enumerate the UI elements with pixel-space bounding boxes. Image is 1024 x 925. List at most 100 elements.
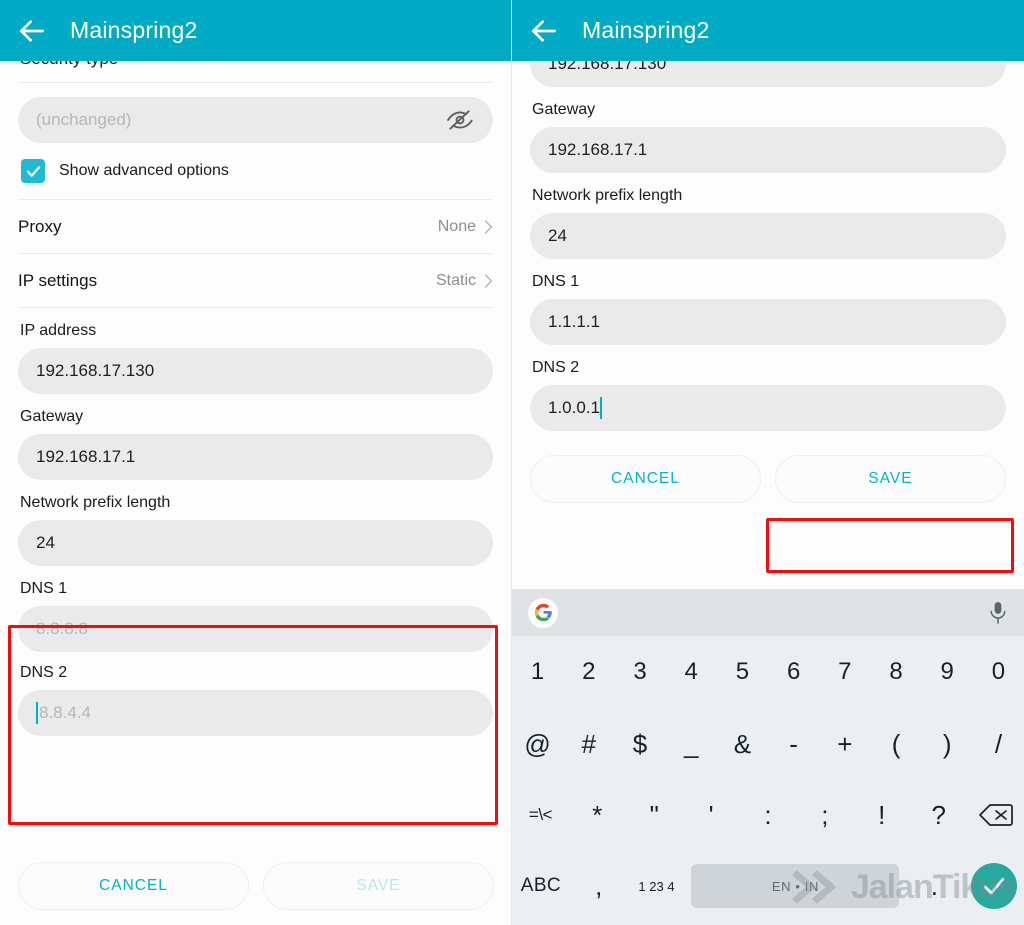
key-3[interactable]: 3 [614, 636, 665, 708]
on-screen-keyboard: 1 2 3 4 5 6 7 8 9 0 @ # $ _ & - + ( ) / … [512, 589, 1024, 925]
checkmark-icon [26, 165, 40, 177]
key-at[interactable]: @ [512, 708, 563, 780]
key-4[interactable]: 4 [666, 636, 717, 708]
advanced-options-label: Show advanced options [59, 162, 229, 179]
enter-key[interactable] [963, 863, 1024, 909]
arrow-left-icon[interactable] [528, 15, 560, 47]
arrow-left-icon[interactable] [16, 15, 48, 47]
keyboard-row-bottom: ABC , 1 2 3 4 EN • IN . [512, 850, 1024, 922]
dns2-value: 1.0.0.1 [548, 398, 600, 417]
network-prefix-length-label: Network prefix length [532, 187, 683, 204]
ip-settings-value-group: Static [436, 272, 493, 290]
proxy-row[interactable]: Proxy None [18, 200, 493, 253]
key-paren-close[interactable]: ) [922, 708, 973, 780]
ip-address-input[interactable]: 192.168.17.130 [18, 348, 493, 394]
key-period[interactable]: . [905, 850, 963, 922]
key-5[interactable]: 5 [717, 636, 768, 708]
password-field[interactable]: (unchanged) [18, 97, 493, 143]
microphone-icon[interactable] [988, 600, 1008, 626]
key-ampersand[interactable]: & [717, 708, 768, 780]
key-colon[interactable]: : [740, 780, 797, 850]
ip-settings-row[interactable]: IP settings Static [18, 254, 493, 307]
keyboard-row-symbols: @ # $ _ & - + ( ) / [512, 708, 1024, 780]
key-double-quote[interactable]: " [626, 780, 683, 850]
cancel-button[interactable]: CANCEL [530, 455, 761, 503]
dns2-label: DNS 2 [20, 664, 68, 681]
key-comma[interactable]: , [570, 850, 628, 922]
google-g-icon[interactable] [528, 597, 558, 628]
ip-address-label: IP address [20, 322, 97, 339]
chevron-right-icon [484, 273, 493, 288]
left-screen-panel: Mainspring2 Security type (unchanged) [0, 0, 512, 925]
key-hash[interactable]: # [563, 708, 614, 780]
save-button[interactable]: SAVE [263, 862, 494, 910]
keyboard-toolbar [512, 589, 1024, 636]
show-advanced-options-row[interactable]: Show advanced options [21, 159, 493, 183]
text-cursor [600, 397, 602, 419]
dns1-placeholder: 8.8.8.8 [36, 619, 88, 638]
key-symbol-shift[interactable]: =\< [512, 780, 569, 850]
ip-address-value: 192.168.17.130 [36, 361, 155, 380]
key-underscore[interactable]: _ [666, 708, 717, 780]
dns1-input[interactable]: 8.8.8.8 [18, 606, 493, 652]
chevron-right-icon [484, 219, 493, 234]
network-prefix-length-value: 24 [548, 226, 567, 245]
key-plus[interactable]: + [819, 708, 870, 780]
network-prefix-length-input[interactable]: 24 [18, 520, 493, 566]
dns2-placeholder: 8.8.4.4 [39, 703, 91, 722]
key-abc-switch[interactable]: ABC [512, 850, 570, 922]
left-app-bar: Mainspring2 [0, 0, 511, 61]
proxy-label: Proxy [18, 216, 62, 236]
key-8[interactable]: 8 [870, 636, 921, 708]
dns1-value: 1.1.1.1 [548, 312, 600, 331]
page-title: Mainspring2 [70, 17, 198, 43]
key-7[interactable]: 7 [819, 636, 870, 708]
key-single-quote[interactable]: ' [683, 780, 740, 850]
dns2-label: DNS 2 [532, 359, 580, 376]
network-prefix-length-input[interactable]: 24 [530, 213, 1006, 259]
gateway-input[interactable]: 192.168.17.1 [530, 127, 1006, 173]
key-dollar[interactable]: $ [614, 708, 665, 780]
dns2-input[interactable]: 8.8.4.4 [18, 690, 493, 736]
gateway-value: 192.168.17.1 [548, 140, 648, 159]
dns1-input[interactable]: 1.1.1.1 [530, 299, 1006, 345]
key-6[interactable]: 6 [768, 636, 819, 708]
backspace-key[interactable] [967, 780, 1024, 850]
key-asterisk[interactable]: * [569, 780, 626, 850]
network-prefix-length-value: 24 [36, 533, 55, 552]
key-slash[interactable]: / [973, 708, 1024, 780]
advanced-options-checkbox[interactable] [21, 159, 45, 183]
key-question[interactable]: ? [910, 780, 967, 850]
left-action-buttons: CANCEL SAVE [0, 862, 511, 910]
divider [18, 82, 493, 83]
network-prefix-length-label: Network prefix length [20, 494, 171, 511]
divider [18, 307, 493, 308]
key-semicolon[interactable]: ; [796, 780, 853, 850]
clipped-scrolled-text: Security type [18, 61, 493, 74]
enter-key-circle [970, 863, 1017, 909]
key-hyphen[interactable]: - [768, 708, 819, 780]
dns1-label: DNS 1 [532, 273, 580, 290]
text-cursor [36, 702, 38, 724]
key-exclamation[interactable]: ! [853, 780, 910, 850]
space-key[interactable]: EN • IN [691, 864, 900, 908]
key-1[interactable]: 1 [512, 636, 563, 708]
key-9[interactable]: 9 [922, 636, 973, 708]
cancel-button[interactable]: CANCEL [18, 862, 249, 910]
password-placeholder: (unchanged) [36, 110, 132, 129]
eye-off-icon[interactable] [447, 107, 473, 133]
keyboard-row-numbers: 1 2 3 4 5 6 7 8 9 0 [512, 636, 1024, 708]
key-2[interactable]: 2 [563, 636, 614, 708]
dns2-input[interactable]: 1.0.0.1 [530, 385, 1006, 431]
gateway-input[interactable]: 192.168.17.1 [18, 434, 493, 480]
key-0[interactable]: 0 [973, 636, 1024, 708]
key-paren-open[interactable]: ( [870, 708, 921, 780]
page-title: Mainspring2 [582, 17, 710, 43]
ip-settings-label: IP settings [18, 270, 98, 290]
save-button[interactable]: SAVE [775, 455, 1006, 503]
key-numeric-switch[interactable]: 1 2 3 4 [628, 850, 686, 922]
right-form-body: 192.168.17.130 Gateway 192.168.17.1 Netw… [512, 41, 1024, 503]
right-app-bar: Mainspring2 [512, 0, 1024, 61]
right-screen-panel: Mainspring2 192.168.17.130 Gateway 192.1… [512, 0, 1024, 925]
screenshot-stage: Mainspring2 Security type (unchanged) [0, 0, 1024, 925]
